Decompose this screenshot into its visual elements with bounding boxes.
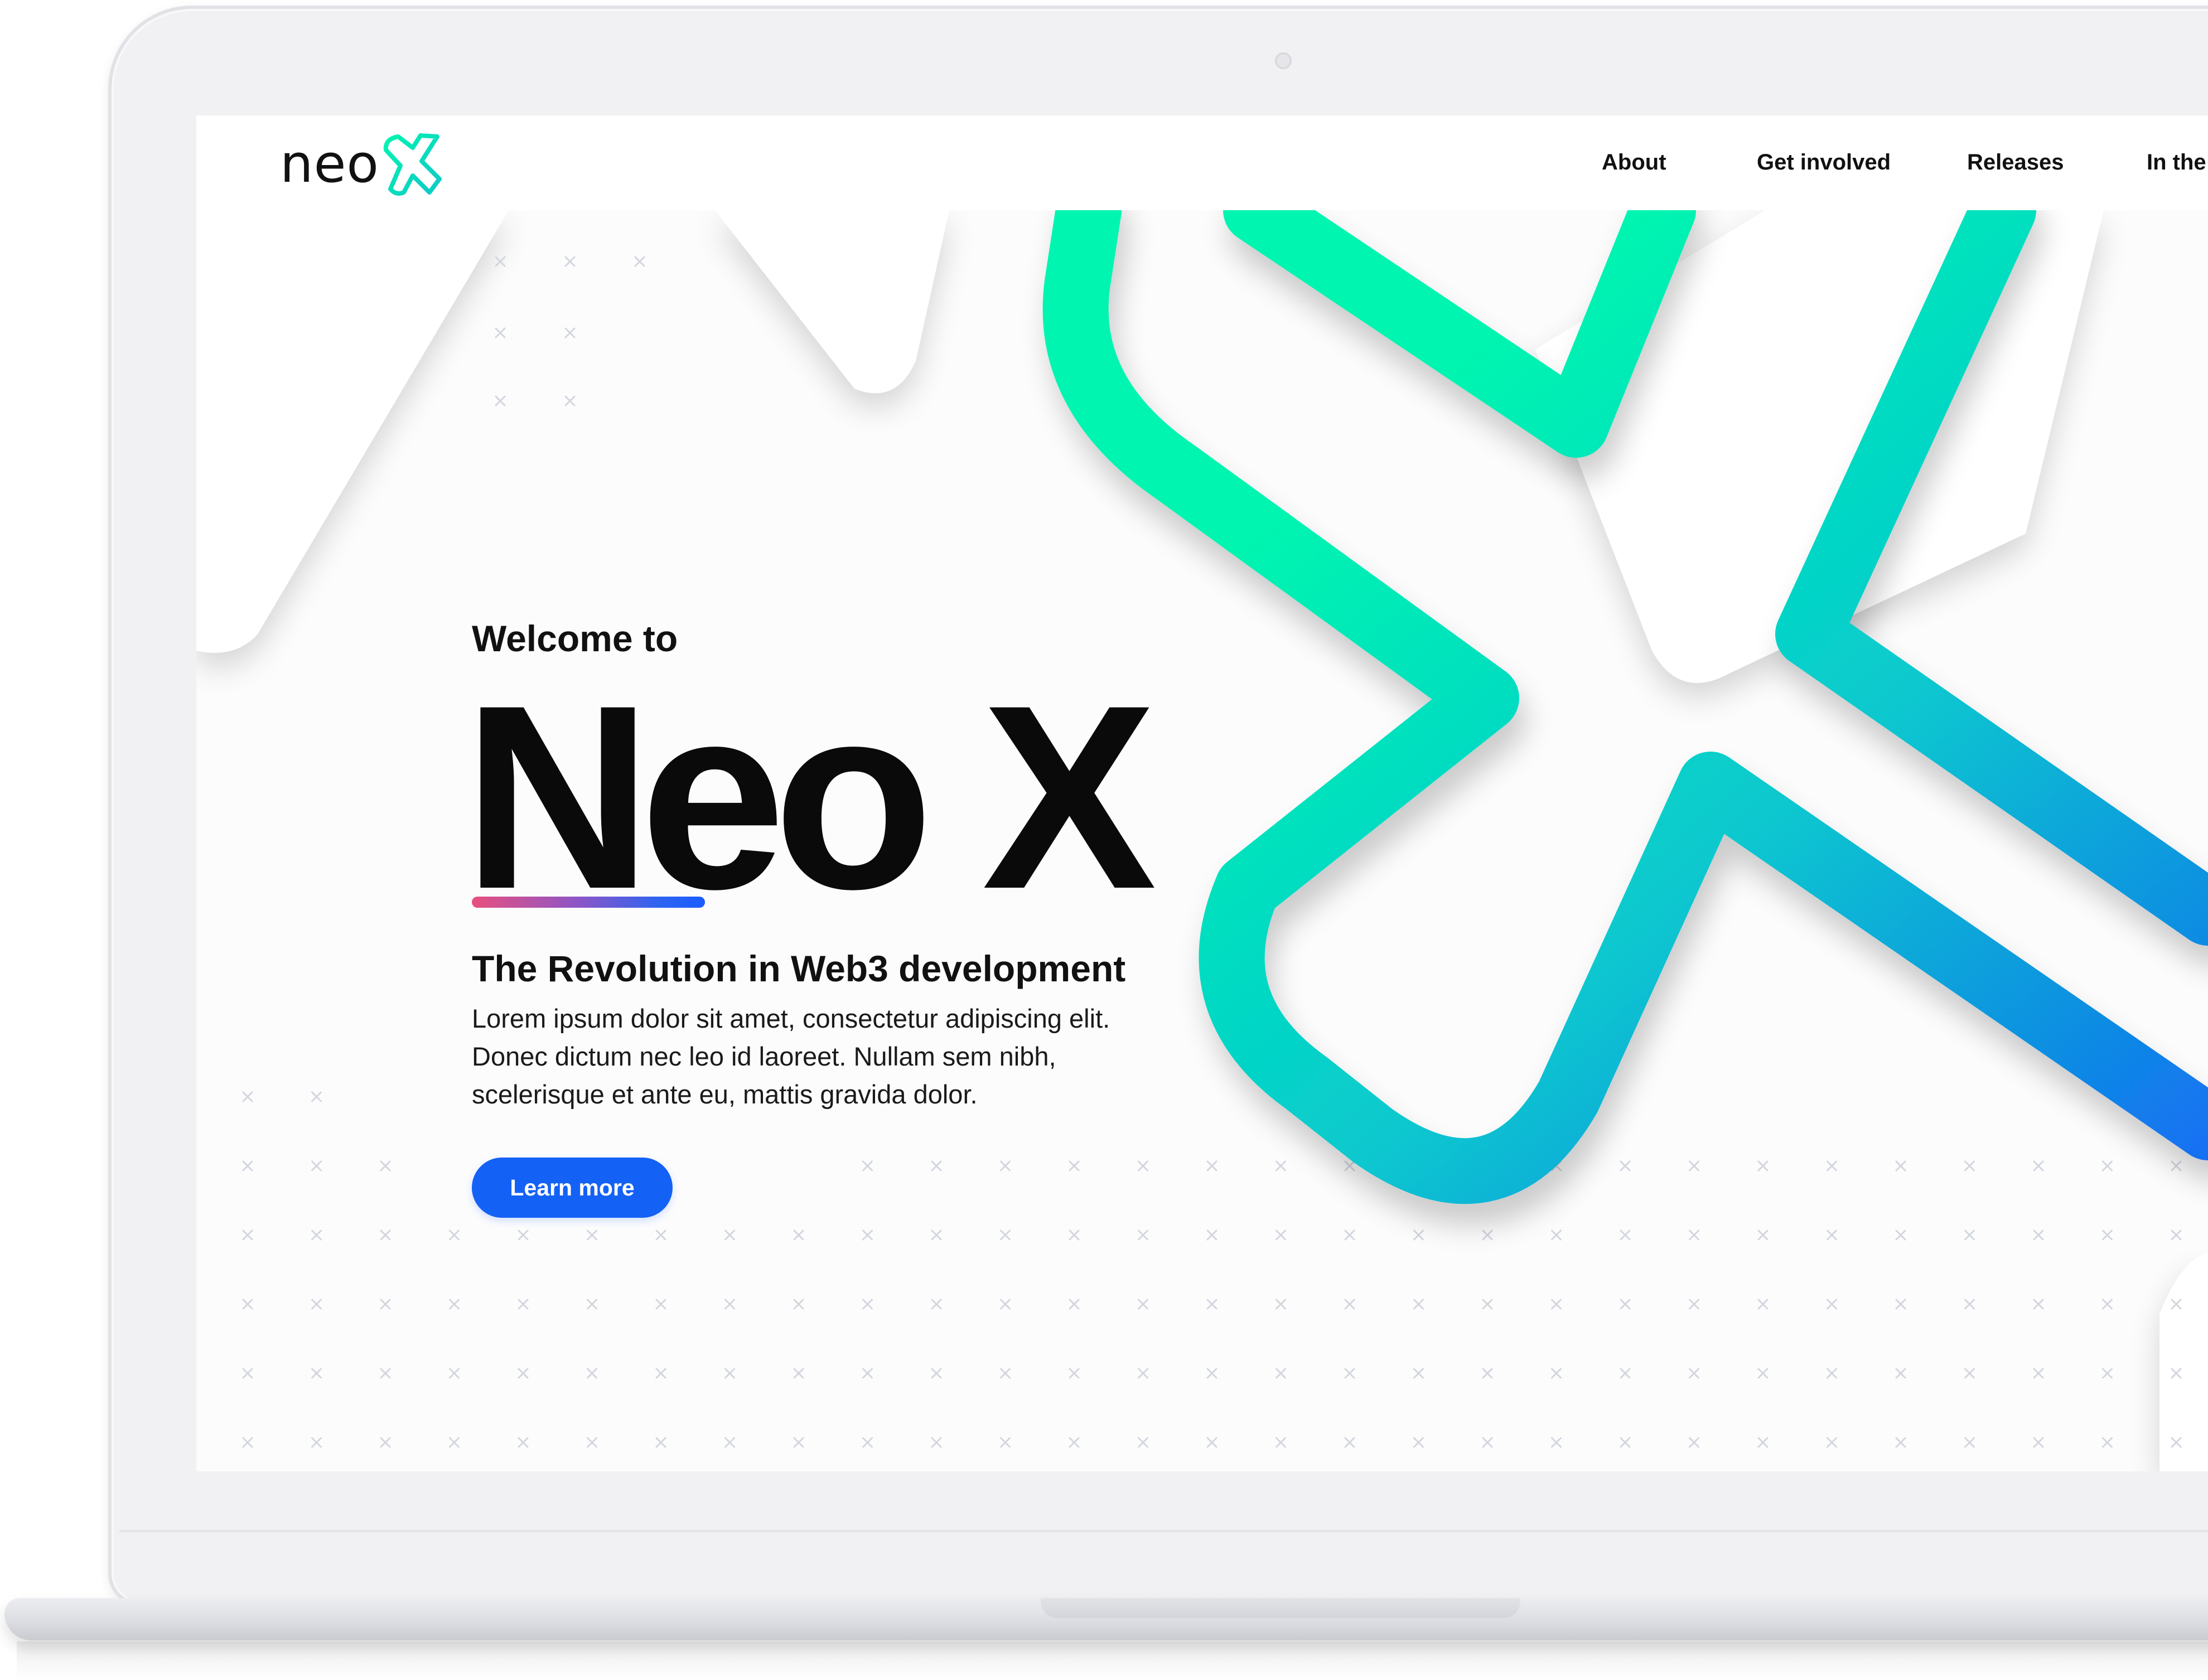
logo-wordmark: neo (280, 134, 379, 195)
learn-more-button[interactable]: Learn more (472, 1158, 673, 1218)
hero-description-line: Lorem ipsum dolor sit amet, consectetur … (472, 1004, 1110, 1033)
laptop-hinge-notch (1041, 1598, 1520, 1618)
laptop-mockup-scene: neo About Get involved Releases In the W… (0, 0, 2208, 1680)
hero-title-underline (472, 897, 705, 908)
nav-link-about[interactable]: About (1602, 150, 1666, 175)
nav-link-in-the-news[interactable]: In the (2147, 150, 2206, 175)
nav-link-releases[interactable]: Releases (1967, 150, 2064, 175)
neo-x-logo[interactable]: neo (280, 131, 444, 198)
website-screen: neo About Get involved Releases In the W… (196, 115, 2208, 1471)
nav-link-get-involved[interactable]: Get involved (1757, 150, 1891, 175)
hero-title: Neo X (463, 651, 1157, 943)
neo-x-logo-icon (383, 133, 442, 196)
laptop-bezel-edge (119, 1530, 2208, 1532)
hero-description: Lorem ipsum dolor sit amet, consectetur … (472, 1000, 1197, 1113)
hero-description-line: scelerisque et ante eu, mattis gravida d… (472, 1079, 978, 1109)
top-navbar: neo About Get involved Releases In the (196, 115, 2208, 210)
laptop-shadow (17, 1642, 2208, 1680)
hero-description-line: Donec dictum nec leo id laoreet. Nullam … (472, 1042, 1056, 1071)
webcam (1275, 52, 1292, 69)
hero-subtitle: The Revolution in Web3 development (472, 948, 1126, 989)
